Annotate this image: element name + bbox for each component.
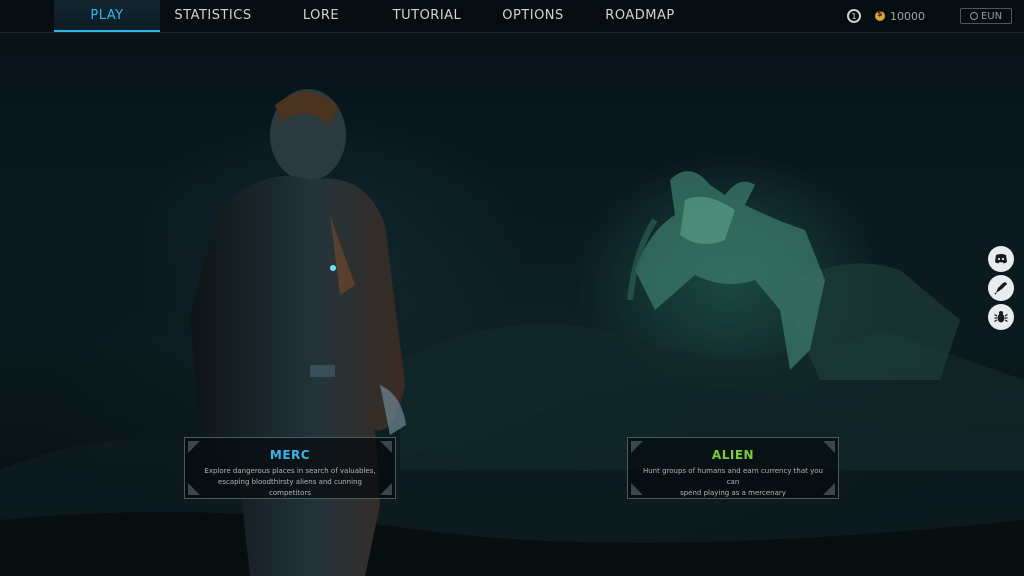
discord-button[interactable] <box>988 246 1014 272</box>
corner-decoration <box>631 441 643 453</box>
merc-mode-card[interactable]: MERC Explore dangerous places in search … <box>184 437 396 499</box>
alien-title: ALIEN <box>711 448 755 462</box>
corner-decoration <box>188 483 200 495</box>
corner-decoration <box>823 441 835 453</box>
feedback-button[interactable] <box>988 275 1014 301</box>
region-selector[interactable]: EUN <box>960 8 1012 24</box>
currency-display: 10000 <box>875 7 925 25</box>
tab-play[interactable]: PLAY <box>54 0 160 32</box>
corner-decoration <box>380 441 392 453</box>
player-level[interactable]: 1 <box>847 7 861 25</box>
merc-description: Explore dangerous places in search of va… <box>197 466 383 499</box>
discord-icon <box>995 254 1007 264</box>
alien-character <box>627 171 825 370</box>
tab-tutorial[interactable]: TUTORIAL <box>380 0 474 32</box>
corner-decoration <box>380 483 392 495</box>
corner-decoration <box>188 441 200 453</box>
background-scene <box>0 0 1024 576</box>
corner-decoration <box>823 483 835 495</box>
bug-report-button[interactable] <box>988 304 1014 330</box>
merc-desc-line1: Explore dangerous places in search of va… <box>204 467 376 475</box>
level-value: 1 <box>851 11 857 21</box>
tab-lore[interactable]: LORE <box>285 0 357 32</box>
tab-options[interactable]: OPTIONS <box>492 0 574 32</box>
currency-value: 10000 <box>890 9 925 23</box>
rubble-background <box>0 263 1024 576</box>
merc-title: MERC <box>269 448 311 462</box>
alien-description: Hunt groups of humans and earn currency … <box>640 466 826 499</box>
tab-roadmap[interactable]: ROADMAP <box>596 0 684 32</box>
merc-character <box>190 89 406 576</box>
globe-icon <box>969 12 978 20</box>
alien-mode-card[interactable]: ALIEN Hunt groups of humans and earn cur… <box>627 437 839 499</box>
level-icon: 1 <box>847 9 861 23</box>
top-nav-bar: PLAY STATISTICS LORE TUTORIAL OPTIONS RO… <box>0 0 1024 33</box>
tab-statistics[interactable]: STATISTICS <box>166 0 260 32</box>
corner-decoration <box>631 483 643 495</box>
merc-desc-line2: escaping bloodthirsty aliens and cunning… <box>218 478 362 497</box>
region-label: EUN <box>980 10 1003 22</box>
bug-report-icon <box>994 311 1008 323</box>
alien-desc-line2: spend playing as a mercenary <box>680 489 786 497</box>
feedback-icon <box>994 282 1007 295</box>
coin-icon <box>875 9 885 21</box>
alien-desc-line1: Hunt groups of humans and earn currency … <box>642 467 823 486</box>
